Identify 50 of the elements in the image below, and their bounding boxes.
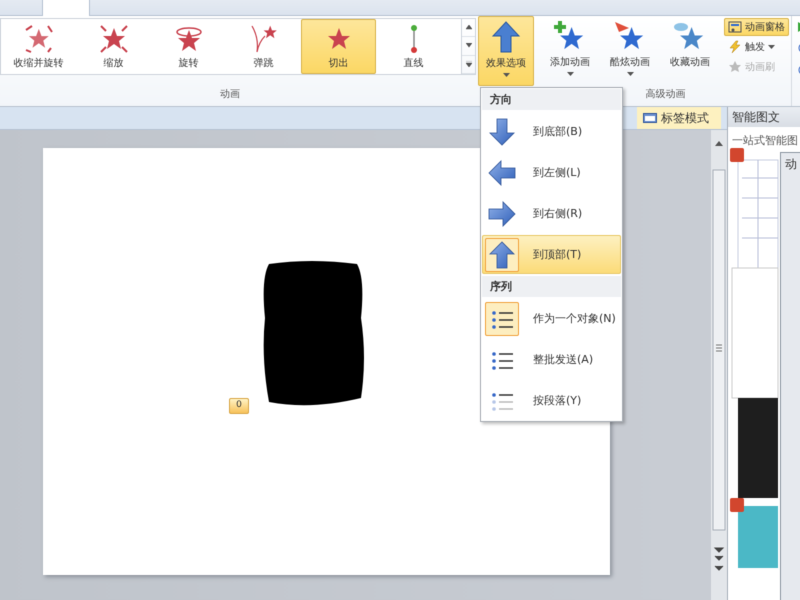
animation-order-badge[interactable]: 0: [229, 398, 249, 414]
animation-option[interactable]: 切出: [301, 19, 376, 74]
star-brush-icon: [728, 60, 742, 74]
effect-options-button[interactable]: 效果选项: [478, 16, 534, 86]
up-arrow-icon: [489, 240, 515, 268]
menu-item[interactable]: 到底部(B): [482, 112, 621, 151]
advanced-animation-button[interactable]: 酷炫动画: [600, 18, 660, 82]
pane-icon: [728, 20, 742, 34]
animation-option[interactable]: 缩放: [76, 19, 151, 74]
group-label: 动画: [219, 88, 241, 102]
animation-option[interactable]: 直线: [376, 19, 451, 74]
menu-item[interactable]: 作为一个对象(N): [482, 299, 621, 338]
menu-item[interactable]: 整批发送(A): [482, 340, 621, 379]
down-arrow-icon: [489, 118, 515, 146]
ribbon-tab[interactable]: [42, 0, 90, 17]
advanced-animation-button[interactable]: 添加动画: [540, 18, 600, 82]
animation-option[interactable]: 弹跳: [226, 19, 301, 74]
window-icon: [643, 113, 657, 123]
left-arrow-icon: [488, 160, 516, 186]
toolbar-button[interactable]: 触发: [724, 38, 789, 56]
menu-item[interactable]: 到顶部(T): [482, 235, 621, 274]
lightning-icon: [728, 40, 742, 54]
dialog-title: 动: [784, 156, 798, 173]
up-arrow-icon: [466, 24, 472, 31]
caret-icon: [502, 73, 510, 78]
pane-title: 智能图文: [728, 107, 800, 127]
star-arrows-icon: [98, 24, 128, 54]
bulleted-list-icon: [490, 308, 514, 328]
gallery-scroll[interactable]: [462, 18, 476, 75]
group-label: 高级动画: [644, 88, 686, 102]
menu-item[interactable]: 按段落(Y): [482, 381, 621, 420]
animation-option[interactable]: 旋转: [151, 19, 226, 74]
menu-heading: 序列: [482, 276, 621, 297]
pane-subtitle: 一站式智能图: [731, 133, 799, 148]
animation-option[interactable]: 收缩并旋转: [1, 19, 76, 74]
menu-heading: 方向: [482, 89, 621, 110]
advanced-animation-button[interactable]: 收藏动画: [660, 18, 720, 82]
menu-item[interactable]: 到右侧(R): [482, 194, 621, 233]
toolbar-button[interactable]: 动画窗格: [724, 18, 789, 36]
bulleted-list-icon: [490, 350, 514, 370]
bulleted-list-icon: [490, 390, 514, 410]
star-arrows-icon: [24, 24, 54, 54]
menu-item[interactable]: 到左侧(L): [482, 153, 621, 192]
right-arrow-icon: [488, 200, 516, 226]
bouncing-star-icon: [248, 24, 278, 54]
expand-icon: [466, 61, 472, 68]
tag-mode-button[interactable]: 标签模式: [637, 107, 721, 129]
down-arrow-icon: [466, 42, 472, 49]
up-arrow-icon: [492, 21, 520, 53]
vertical-scrollbar[interactable]: [711, 130, 727, 600]
